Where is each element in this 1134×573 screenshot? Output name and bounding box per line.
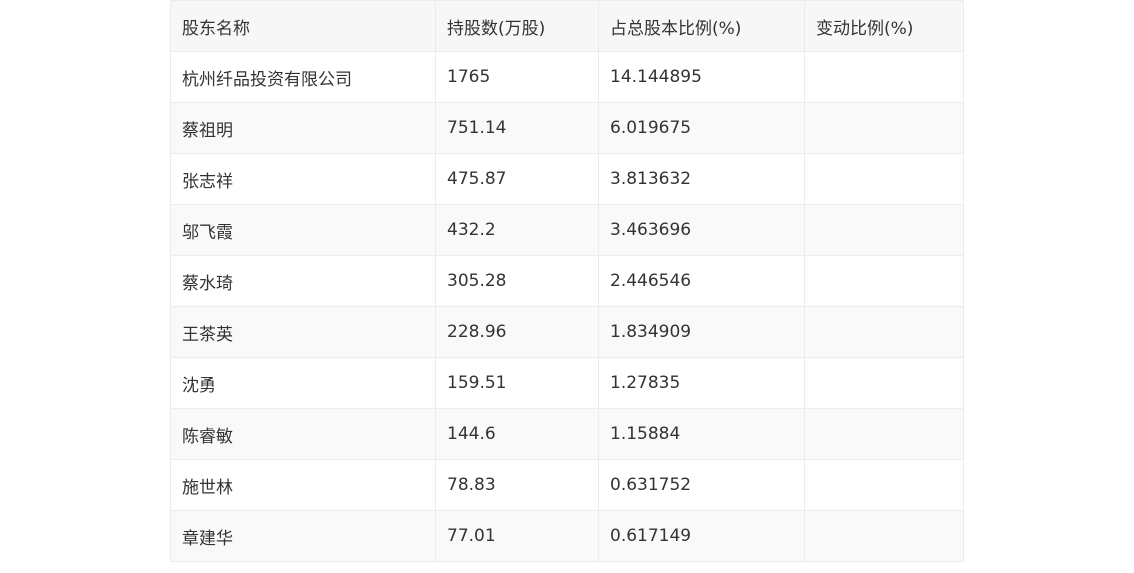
table-row: 陈睿敏 144.6 1.15884 (170, 408, 964, 460)
cell-name: 蔡水琦 (170, 255, 436, 307)
table-row: 王茶英 228.96 1.834909 (170, 306, 964, 358)
cell-ratio: 0.617149 (598, 510, 805, 562)
table-row: 章建华 77.01 0.617149 (170, 510, 964, 562)
header-shareholder-name: 股东名称 (170, 0, 436, 52)
cell-change (804, 408, 964, 460)
cell-name: 沈勇 (170, 357, 436, 409)
header-change-ratio: 变动比例(%) (804, 0, 964, 52)
table-row: 蔡水琦 305.28 2.446546 (170, 255, 964, 307)
header-row: 股东名称 持股数(万股) 占总股本比例(%) 变动比例(%) (170, 0, 964, 52)
cell-ratio: 1.15884 (598, 408, 805, 460)
cell-name: 张志祥 (170, 153, 436, 205)
cell-shares: 1765 (435, 51, 599, 103)
table-row: 蔡祖明 751.14 6.019675 (170, 102, 964, 154)
cell-name: 章建华 (170, 510, 436, 562)
cell-shares: 305.28 (435, 255, 599, 307)
cell-change (804, 51, 964, 103)
cell-shares: 751.14 (435, 102, 599, 154)
cell-ratio: 3.813632 (598, 153, 805, 205)
cell-ratio: 6.019675 (598, 102, 805, 154)
cell-shares: 475.87 (435, 153, 599, 205)
cell-ratio: 1.834909 (598, 306, 805, 358)
cell-shares: 159.51 (435, 357, 599, 409)
cell-change (804, 102, 964, 154)
cell-change (804, 510, 964, 562)
cell-name: 施世林 (170, 459, 436, 511)
header-share-ratio: 占总股本比例(%) (598, 0, 805, 52)
table-header: 股东名称 持股数(万股) 占总股本比例(%) 变动比例(%) (170, 0, 964, 52)
table-row: 沈勇 159.51 1.27835 (170, 357, 964, 409)
cell-name: 邬飞霞 (170, 204, 436, 256)
cell-shares: 77.01 (435, 510, 599, 562)
cell-change (804, 459, 964, 511)
cell-shares: 78.83 (435, 459, 599, 511)
cell-name: 王茶英 (170, 306, 436, 358)
cell-shares: 144.6 (435, 408, 599, 460)
cell-ratio: 1.27835 (598, 357, 805, 409)
cell-change (804, 255, 964, 307)
cell-change (804, 306, 964, 358)
cell-ratio: 2.446546 (598, 255, 805, 307)
cell-ratio: 14.144895 (598, 51, 805, 103)
cell-name: 杭州纤品投资有限公司 (170, 51, 436, 103)
table-row: 张志祥 475.87 3.813632 (170, 153, 964, 205)
header-shares-held: 持股数(万股) (435, 0, 599, 52)
cell-ratio: 0.631752 (598, 459, 805, 511)
cell-change (804, 153, 964, 205)
shareholder-table: 股东名称 持股数(万股) 占总股本比例(%) 变动比例(%) 杭州纤品投资有限公… (170, 0, 964, 562)
cell-change (804, 357, 964, 409)
table-body: 杭州纤品投资有限公司 1765 14.144895 蔡祖明 751.14 6.0… (170, 51, 964, 562)
cell-shares: 432.2 (435, 204, 599, 256)
cell-ratio: 3.463696 (598, 204, 805, 256)
table-row: 邬飞霞 432.2 3.463696 (170, 204, 964, 256)
shareholder-table-container: 股东名称 持股数(万股) 占总股本比例(%) 变动比例(%) 杭州纤品投资有限公… (170, 0, 964, 562)
cell-name: 陈睿敏 (170, 408, 436, 460)
table-row: 杭州纤品投资有限公司 1765 14.144895 (170, 51, 964, 103)
cell-shares: 228.96 (435, 306, 599, 358)
cell-name: 蔡祖明 (170, 102, 436, 154)
cell-change (804, 204, 964, 256)
table-row: 施世林 78.83 0.631752 (170, 459, 964, 511)
